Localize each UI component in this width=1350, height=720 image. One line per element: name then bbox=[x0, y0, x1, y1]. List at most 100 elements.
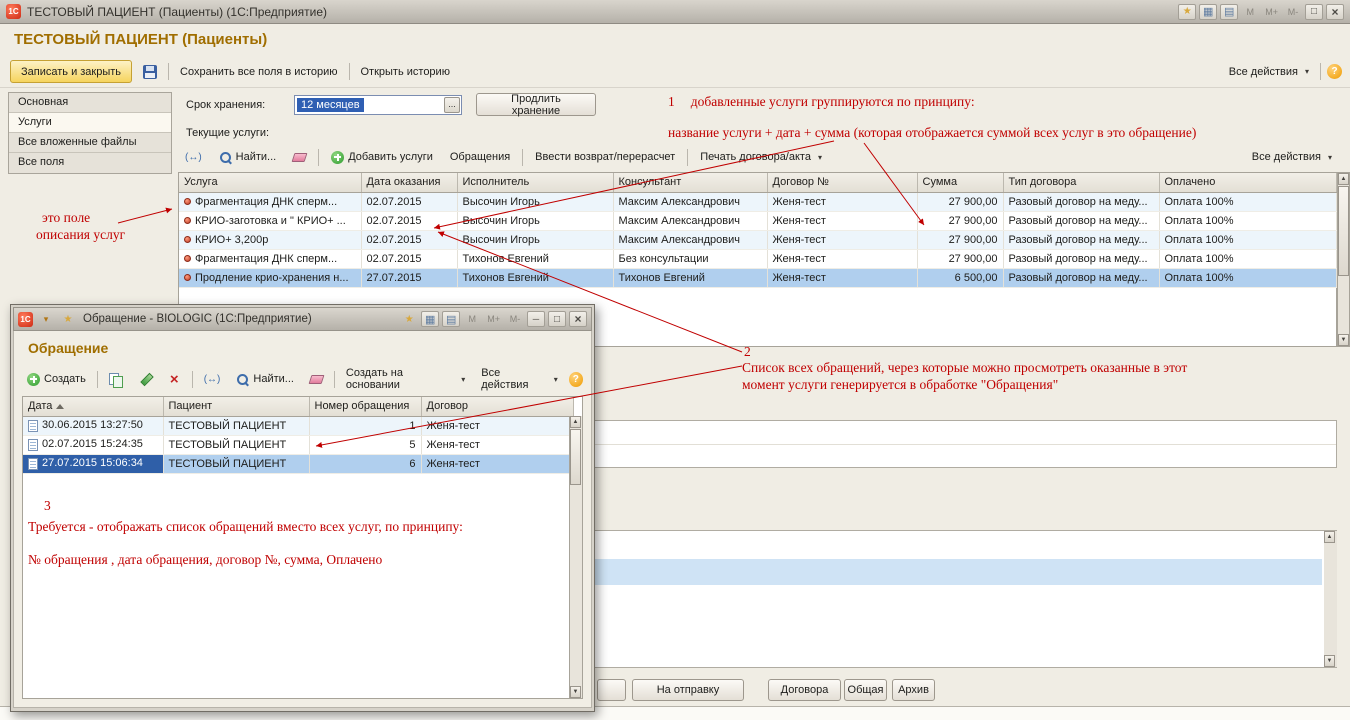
contracts-button[interactable]: Договора bbox=[768, 679, 841, 701]
maximize-button[interactable] bbox=[1305, 4, 1323, 20]
date-range-button[interactable]: (↔) bbox=[199, 369, 226, 390]
save-history-button[interactable]: Сохранить все поля в историю bbox=[175, 61, 342, 82]
minimize-button[interactable] bbox=[527, 311, 545, 327]
col-contract[interactable]: Договор № bbox=[767, 173, 917, 192]
appeals-scrollbar[interactable]: ▲ ▼ bbox=[569, 416, 582, 698]
col-type[interactable]: Тип договора bbox=[1003, 173, 1159, 192]
help-icon[interactable] bbox=[569, 372, 583, 387]
extend-storage-button[interactable]: Продлить хранение bbox=[476, 93, 596, 116]
service-row[interactable]: Фрагментация ДНК сперм... 02.07.2015 Тих… bbox=[179, 249, 1336, 268]
find-button[interactable]: Найти... bbox=[231, 369, 299, 390]
col-executor[interactable]: Исполнитель bbox=[457, 173, 613, 192]
services-scrollbar[interactable]: ▲ ▼ bbox=[1337, 172, 1350, 347]
service-row[interactable]: КРИО+ 3,200р 02.07.2015 Высочин Игорь Ма… bbox=[179, 230, 1336, 249]
to-send-button[interactable]: На отправку bbox=[632, 679, 744, 701]
sidebar-item-files[interactable]: Все вложенные файлы bbox=[9, 133, 171, 153]
main-titlebar[interactable]: ТЕСТОВЫЙ ПАЦИЕНТ (Пациенты) (1С:Предприя… bbox=[0, 0, 1350, 24]
window-menu-icon[interactable] bbox=[37, 311, 55, 327]
dialog-titlebar[interactable]: Обращение - BIOLOGIC (1С:Предприятие) M … bbox=[13, 307, 592, 331]
files-scrollbar[interactable]: ▲ ▼ bbox=[1324, 531, 1337, 667]
dialog-all-actions-button[interactable]: Все действия bbox=[476, 369, 562, 390]
create-button[interactable]: Создать bbox=[22, 369, 91, 390]
memory-m-button[interactable]: M bbox=[463, 311, 481, 327]
copy-button[interactable] bbox=[104, 369, 128, 390]
save-button[interactable] bbox=[138, 61, 162, 82]
services-all-actions-button[interactable]: Все действия bbox=[1247, 147, 1337, 168]
open-history-button[interactable]: Открыть историю bbox=[356, 61, 455, 82]
scroll-up-icon[interactable]: ▲ bbox=[1324, 531, 1335, 543]
memory-mplus-button[interactable]: M+ bbox=[484, 311, 503, 327]
favorite-star-icon[interactable] bbox=[59, 311, 77, 327]
col-number[interactable]: Номер обращения bbox=[309, 397, 421, 416]
clear-filter-button[interactable] bbox=[288, 147, 311, 168]
find-button[interactable]: Найти... bbox=[214, 147, 282, 168]
memory-mminus-button[interactable]: M- bbox=[506, 311, 524, 327]
annotation-2-line1: Список всех обращений, через которые мож… bbox=[742, 359, 1187, 376]
service-row-selected[interactable]: Продление крио-хранения н... 27.07.2015 … bbox=[179, 268, 1336, 287]
create-based-on-button[interactable]: Создать на основании bbox=[341, 369, 470, 390]
add-favorite-icon[interactable] bbox=[400, 311, 418, 327]
appeal-row-selected[interactable]: 27.07.2015 15:06:34 ТЕСТОВЫЙ ПАЦИЕНТ 6 Ж… bbox=[23, 454, 573, 473]
plus-icon bbox=[27, 373, 40, 386]
service-row[interactable]: Фрагментация ДНК сперм... 02.07.2015 Выс… bbox=[179, 192, 1336, 211]
col-contract[interactable]: Договор bbox=[421, 397, 573, 416]
scroll-down-icon[interactable]: ▼ bbox=[1324, 655, 1335, 667]
delete-button[interactable] bbox=[163, 369, 186, 390]
separator bbox=[522, 149, 523, 166]
calendar-icon[interactable] bbox=[442, 311, 460, 327]
edit-button[interactable] bbox=[134, 369, 157, 390]
memory-mplus-button[interactable]: M+ bbox=[1262, 4, 1281, 20]
storage-period-input[interactable]: 12 месяцев ... bbox=[294, 95, 462, 115]
col-date[interactable]: Дата оказания bbox=[361, 173, 457, 192]
appeal-row[interactable]: 02.07.2015 15:24:35 ТЕСТОВЫЙ ПАЦИЕНТ 5 Ж… bbox=[23, 435, 573, 454]
appeals-button[interactable]: Обращения bbox=[445, 147, 515, 168]
scroll-up-icon[interactable]: ▲ bbox=[570, 416, 581, 428]
save-and-close-button[interactable]: Записать и закрыть bbox=[10, 60, 132, 83]
sidebar-item-main[interactable]: Основная bbox=[9, 93, 171, 113]
scroll-down-icon[interactable]: ▼ bbox=[570, 686, 581, 698]
storage-period-more-button[interactable]: ... bbox=[444, 97, 460, 113]
scroll-up-icon[interactable]: ▲ bbox=[1338, 173, 1349, 185]
hidden-button-fragment[interactable] bbox=[597, 679, 626, 701]
date-range-button[interactable]: (↔) bbox=[180, 147, 207, 168]
col-service[interactable]: Услуга bbox=[179, 173, 361, 192]
maximize-button[interactable] bbox=[548, 311, 566, 327]
all-actions-button[interactable]: Все действия bbox=[1224, 61, 1314, 82]
calculator-icon[interactable] bbox=[1199, 4, 1217, 20]
col-date[interactable]: Дата bbox=[23, 397, 163, 416]
main-toolbar: Записать и закрыть Сохранить все поля в … bbox=[10, 58, 1342, 85]
favorites-star-icon[interactable] bbox=[1178, 4, 1196, 20]
print-contract-button[interactable]: Печать договора/акта bbox=[695, 147, 827, 168]
services-toolbar: (↔) Найти... Добавить услуги Обращения В… bbox=[180, 146, 1337, 168]
archive-button[interactable]: Архив bbox=[892, 679, 935, 701]
close-button[interactable] bbox=[1326, 4, 1344, 20]
appeal-row[interactable]: 30.06.2015 13:27:50 ТЕСТОВЫЙ ПАЦИЕНТ 1 Ж… bbox=[23, 416, 573, 435]
add-services-button[interactable]: Добавить услуги bbox=[326, 147, 438, 168]
annotation-left: это поле описания услуг bbox=[36, 209, 125, 243]
calendar-icon[interactable] bbox=[1220, 4, 1238, 20]
col-patient[interactable]: Пациент bbox=[163, 397, 309, 416]
help-icon[interactable] bbox=[1327, 64, 1342, 79]
clear-filter-button[interactable] bbox=[305, 369, 328, 390]
common-button[interactable]: Общая bbox=[844, 679, 887, 701]
search-icon bbox=[219, 151, 232, 164]
separator bbox=[349, 63, 350, 80]
refund-button[interactable]: Ввести возврат/перерасчет bbox=[530, 147, 680, 168]
scroll-thumb[interactable] bbox=[570, 429, 581, 485]
scroll-down-icon[interactable]: ▼ bbox=[1338, 334, 1349, 346]
col-consultant[interactable]: Консультант bbox=[613, 173, 767, 192]
separator bbox=[687, 149, 688, 166]
pencil-icon bbox=[139, 373, 152, 386]
service-row[interactable]: КРИО-заготовка и " КРИО+ ... 02.07.2015 … bbox=[179, 211, 1336, 230]
sidebar-item-all-fields[interactable]: Все поля bbox=[9, 153, 171, 173]
col-sum[interactable]: Сумма bbox=[917, 173, 1003, 192]
col-paid[interactable]: Оплачено bbox=[1159, 173, 1336, 192]
scroll-thumb[interactable] bbox=[1338, 186, 1349, 276]
calculator-icon[interactable] bbox=[421, 311, 439, 327]
memory-m-button[interactable]: M bbox=[1241, 4, 1259, 20]
services-header-row: Услуга Дата оказания Исполнитель Консуль… bbox=[179, 173, 1336, 192]
close-button[interactable] bbox=[569, 311, 587, 327]
service-marker-icon bbox=[184, 274, 191, 281]
sidebar-item-services[interactable]: Услуги bbox=[9, 113, 171, 133]
memory-mminus-button[interactable]: M- bbox=[1284, 4, 1302, 20]
